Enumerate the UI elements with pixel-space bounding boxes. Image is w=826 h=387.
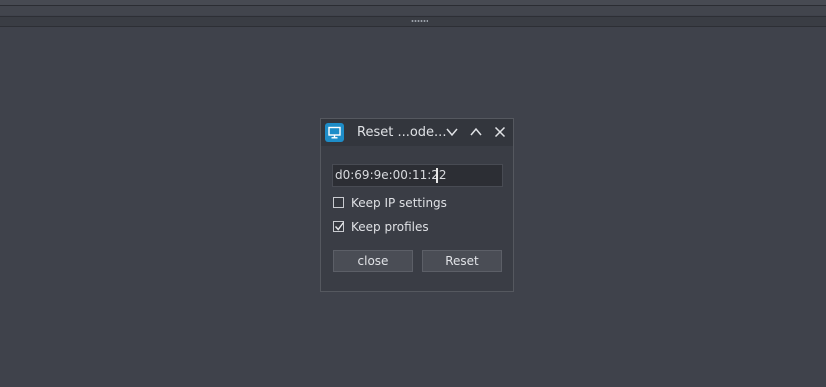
mac-address-input[interactable]: d0:69:9e:00:11:22 <box>332 164 503 187</box>
reset-dialog: Reset ...ode... d0:69:9e:00:11:22 Keep I… <box>320 118 514 292</box>
grip-dots-icon[interactable] <box>411 20 428 22</box>
chevron-up-icon[interactable] <box>468 124 484 140</box>
dialog-title: Reset ...ode... <box>357 125 447 140</box>
close-icon[interactable] <box>492 124 508 140</box>
keep-ip-settings-label[interactable]: Keep IP settings <box>351 195 447 211</box>
close-button[interactable]: close <box>333 250 413 272</box>
reset-button[interactable]: Reset <box>422 250 502 272</box>
keep-profiles-label[interactable]: Keep profiles <box>351 219 429 235</box>
checkmark-icon <box>334 222 345 231</box>
monitor-icon <box>325 123 344 142</box>
keep-ip-settings-checkbox[interactable] <box>333 197 344 208</box>
keep-profiles-checkbox[interactable] <box>333 221 345 232</box>
text-cursor <box>436 168 438 183</box>
splitter-handle-bar[interactable] <box>0 16 826 27</box>
dialog-titlebar[interactable]: Reset ...ode... <box>321 119 513 146</box>
chevron-down-icon[interactable] <box>444 124 460 140</box>
top-toolbar-area <box>0 6 826 15</box>
mac-address-value: d0:69:9e:00:11:22 <box>335 168 447 182</box>
